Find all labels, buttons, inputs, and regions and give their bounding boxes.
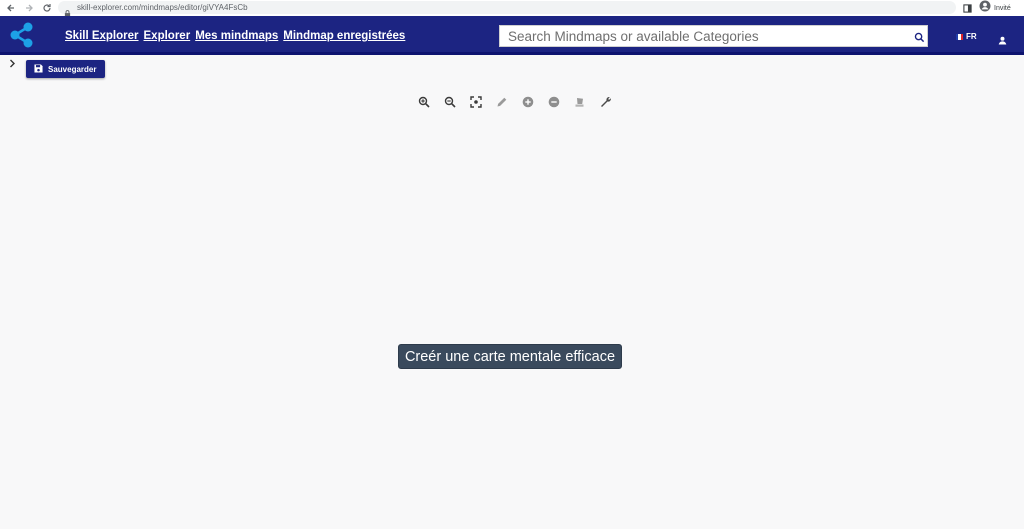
app-header: Skill Explorer Explorer Mes mindmaps Min…: [0, 16, 1024, 55]
search-icon[interactable]: [914, 30, 925, 48]
french-flag-icon: [956, 33, 963, 40]
profile-label: Invité: [994, 4, 1011, 12]
reload-icon[interactable]: [40, 1, 54, 15]
language-label: FR: [966, 32, 977, 41]
nav-mes-mindmaps[interactable]: Mes mindmaps: [195, 30, 278, 42]
browser-toolbar: skill-explorer.com/mindmaps/editor/giVYA…: [0, 0, 1024, 17]
language-selector[interactable]: FR: [956, 32, 977, 41]
forward-arrow-icon[interactable]: [22, 1, 36, 15]
profile-chip[interactable]: Invité: [979, 0, 1011, 16]
fit-screen-icon[interactable]: [469, 95, 483, 109]
paint-icon[interactable]: [573, 95, 587, 109]
url-text: skill-explorer.com/mindmaps/editor/giVYA…: [77, 3, 248, 12]
sidepanel-icon[interactable]: [963, 0, 972, 16]
settings-wrench-icon[interactable]: [599, 95, 613, 109]
nav-mindmap-enregistrees[interactable]: Mindmap enregistrées: [283, 30, 405, 42]
share-icon[interactable]: [8, 21, 36, 49]
add-node-icon[interactable]: [521, 95, 535, 109]
chevron-right-icon[interactable]: [9, 59, 16, 71]
profile-avatar-icon: [979, 0, 991, 17]
search-box: [499, 25, 928, 47]
mindmap-root-node[interactable]: Creér une carte mentale efficace: [398, 344, 622, 369]
user-account-icon[interactable]: [998, 32, 1007, 50]
zoom-out-icon[interactable]: [443, 95, 457, 109]
zoom-in-icon[interactable]: [417, 95, 431, 109]
back-arrow-icon[interactable]: [4, 1, 18, 15]
save-button[interactable]: Sauvegarder: [26, 60, 105, 78]
nav-explorer[interactable]: Explorer: [144, 30, 191, 42]
remove-node-icon[interactable]: [547, 95, 561, 109]
search-input[interactable]: [500, 26, 908, 46]
nav-skill-explorer[interactable]: Skill Explorer: [65, 30, 139, 42]
floppy-disk-icon: [34, 63, 43, 75]
main-nav: Skill Explorer Explorer Mes mindmaps Min…: [65, 30, 405, 42]
save-button-label: Sauvegarder: [48, 64, 97, 74]
edit-icon[interactable]: [495, 95, 509, 109]
address-bar[interactable]: skill-explorer.com/mindmaps/editor/giVYA…: [58, 1, 956, 17]
